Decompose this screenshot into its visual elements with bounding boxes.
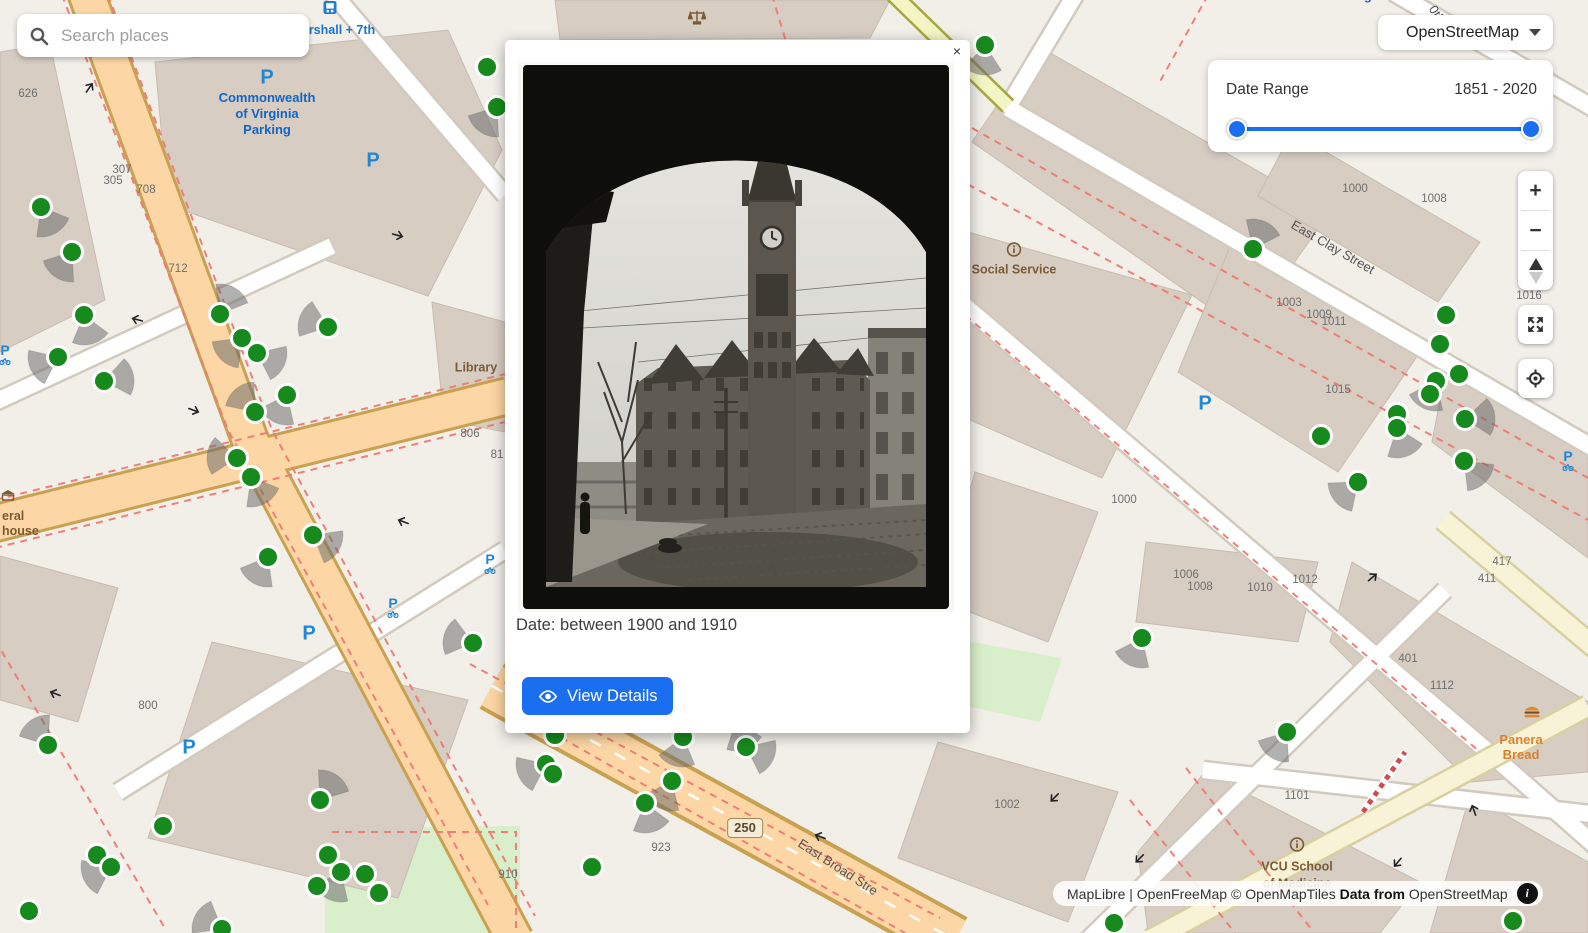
photo-marker[interactable] xyxy=(543,764,564,785)
photo-marker[interactable] xyxy=(1430,334,1451,355)
photo-marker[interactable] xyxy=(975,35,996,56)
photo-marker[interactable] xyxy=(310,790,331,811)
photo-marker[interactable] xyxy=(1243,239,1264,260)
photo-marker[interactable] xyxy=(355,864,376,885)
zoom-control-group: + − xyxy=(1518,171,1553,290)
photo-marker[interactable] xyxy=(369,883,390,904)
attribution-part: © xyxy=(1227,886,1245,902)
attribution-link[interactable]: MapLibre xyxy=(1067,886,1125,902)
search-box[interactable] xyxy=(17,14,309,57)
photo-marker[interactable] xyxy=(1449,364,1470,385)
photo-marker[interactable] xyxy=(1311,426,1332,447)
popup-close-button[interactable]: × xyxy=(949,42,965,60)
compass-button[interactable] xyxy=(1518,251,1553,290)
photo-marker[interactable] xyxy=(19,901,40,922)
eye-icon xyxy=(538,689,558,704)
photo-popup: × xyxy=(505,40,970,733)
photo-marker[interactable] xyxy=(210,304,231,325)
chevron-down-icon xyxy=(1529,29,1541,36)
photo-marker[interactable] xyxy=(1436,305,1457,326)
photo-marker[interactable] xyxy=(477,57,498,78)
info-icon[interactable]: i xyxy=(1517,883,1538,904)
photo-marker[interactable] xyxy=(318,317,339,338)
photo-marker[interactable] xyxy=(245,402,266,423)
photo-marker[interactable] xyxy=(1420,384,1441,405)
attribution-link[interactable]: OpenMapTiles xyxy=(1245,886,1336,902)
photo-marker[interactable] xyxy=(1454,451,1475,472)
photo-marker[interactable] xyxy=(48,347,69,368)
photo-marker[interactable] xyxy=(1277,722,1298,743)
attribution-text: MapLibre | OpenFreeMap © OpenMapTiles Da… xyxy=(1067,886,1508,902)
attribution-link[interactable]: OpenFreeMap xyxy=(1137,886,1227,902)
photo-marker[interactable] xyxy=(258,547,279,568)
attribution-link[interactable]: OpenStreetMap xyxy=(1409,886,1508,902)
photo-marker[interactable] xyxy=(463,633,484,654)
fullscreen-icon xyxy=(1526,315,1545,334)
basemap-selector-value: OpenStreetMap xyxy=(1406,24,1519,42)
date-range-slider[interactable] xyxy=(1228,118,1533,140)
photo-marker[interactable] xyxy=(38,735,59,756)
search-icon xyxy=(29,26,49,46)
photo-marker[interactable] xyxy=(62,242,83,263)
photo-marker[interactable] xyxy=(212,919,233,933)
minus-icon: − xyxy=(1529,220,1541,241)
date-range-value: 1851 - 2020 xyxy=(1454,81,1537,99)
photo-marker[interactable] xyxy=(1387,418,1408,439)
basemap-selector[interactable]: OpenStreetMap xyxy=(1378,15,1553,50)
geolocate-control xyxy=(1518,359,1553,398)
map-attribution: MapLibre | OpenFreeMap © OpenMapTiles Da… xyxy=(1053,881,1543,906)
photo-marker[interactable] xyxy=(1348,472,1369,493)
plus-icon: + xyxy=(1529,180,1541,201)
compass-icon xyxy=(1529,258,1543,284)
view-details-label: View Details xyxy=(567,687,657,706)
date-range-title: Date Range xyxy=(1226,81,1309,99)
photo-marker[interactable] xyxy=(635,793,656,814)
photo-marker[interactable] xyxy=(1455,409,1476,430)
photo-marker[interactable] xyxy=(227,448,248,469)
date-range-panel: Date Range 1851 - 2020 xyxy=(1208,60,1553,152)
photo-marker[interactable] xyxy=(153,816,174,837)
geolocate-button[interactable] xyxy=(1518,359,1553,398)
photo-marker[interactable] xyxy=(331,862,352,883)
attribution-part: | xyxy=(1125,886,1136,902)
view-details-button[interactable]: View Details xyxy=(522,677,673,715)
photo-marker[interactable] xyxy=(31,197,52,218)
slider-track[interactable] xyxy=(1236,127,1525,131)
fullscreen-control xyxy=(1518,305,1553,344)
photo-marker[interactable] xyxy=(277,385,298,406)
photo-marker[interactable] xyxy=(241,467,262,488)
photo-marker[interactable] xyxy=(247,343,268,364)
photo-marker[interactable] xyxy=(582,857,603,878)
photo-date-caption: Date: between 1900 and 1910 xyxy=(516,616,737,635)
photo-marker[interactable] xyxy=(1132,628,1153,649)
photo-marker[interactable] xyxy=(94,371,115,392)
photo-marker[interactable] xyxy=(1104,913,1125,933)
photo-marker[interactable] xyxy=(1503,911,1524,932)
search-input[interactable] xyxy=(59,25,297,47)
photo-marker[interactable] xyxy=(662,771,683,792)
geolocate-icon xyxy=(1526,369,1545,388)
date-slider-max-thumb[interactable] xyxy=(1521,119,1541,139)
zoom-out-button[interactable]: − xyxy=(1518,211,1553,250)
attribution-part: Data from xyxy=(1340,886,1405,902)
historic-photo xyxy=(518,62,954,612)
date-slider-min-thumb[interactable] xyxy=(1227,119,1247,139)
zoom-in-button[interactable]: + xyxy=(1518,171,1553,210)
photo-marker[interactable] xyxy=(307,876,328,897)
photo-marker[interactable] xyxy=(736,737,757,758)
photo-marker[interactable] xyxy=(101,857,122,878)
photo-marker[interactable] xyxy=(74,305,95,326)
photo-marker[interactable] xyxy=(303,525,324,546)
fullscreen-button[interactable] xyxy=(1518,305,1553,344)
